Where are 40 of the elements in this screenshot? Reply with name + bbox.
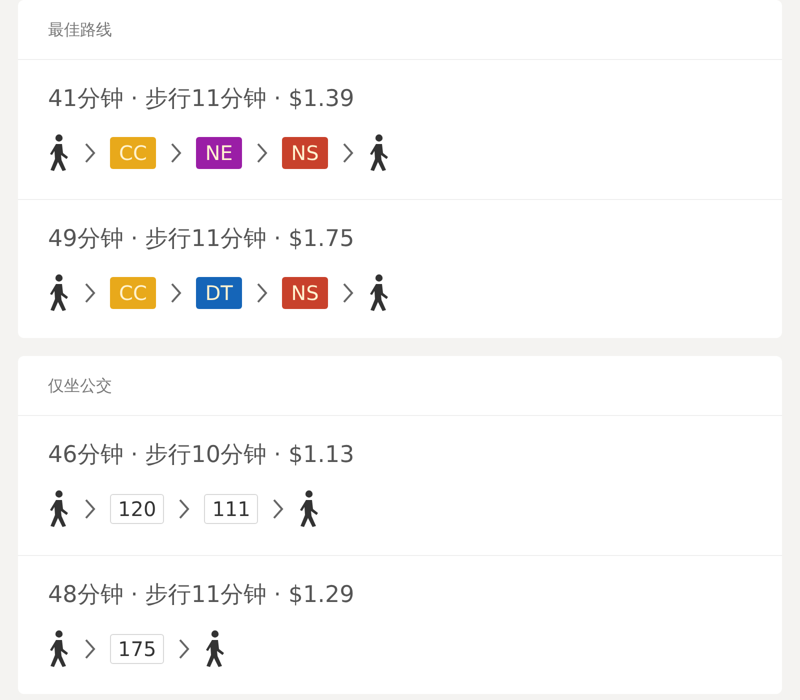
pedestrian-icon <box>298 490 320 528</box>
bus-number: 175 <box>110 634 164 664</box>
chevron-right-icon <box>342 142 354 164</box>
pedestrian-icon <box>48 134 70 172</box>
line-badge: NS <box>282 137 328 169</box>
section-title: 最佳路线 <box>48 18 112 40</box>
route-summary: 49分钟 · 步行11分钟 · $1.75 <box>48 225 356 254</box>
route-option[interactable]: 48分钟 · 步行11分钟 · $1.29 175 <box>18 555 782 694</box>
route-option[interactable]: 49分钟 · 步行11分钟 · $1.75 CC DT NS <box>18 199 782 338</box>
line-badge: CC <box>110 137 156 169</box>
chevron-right-icon <box>84 282 96 304</box>
chevron-right-icon <box>178 638 190 660</box>
pedestrian-icon <box>48 274 70 312</box>
route-option[interactable]: 46分钟 · 步行10分钟 · $1.13 120 111 <box>18 416 782 555</box>
route-summary: 48分钟 · 步行11分钟 · $1.29 <box>48 581 356 610</box>
route-option[interactable]: 41分钟 · 步行11分钟 · $1.39 CC NE NS <box>18 60 782 199</box>
chevron-right-icon <box>170 282 182 304</box>
chevron-right-icon <box>84 142 96 164</box>
bus-number: 120 <box>110 494 164 524</box>
route-summary: 41分钟 · 步行11分钟 · $1.39 <box>48 85 356 114</box>
chevron-right-icon <box>342 282 354 304</box>
bus-number: 111 <box>204 494 258 524</box>
chevron-right-icon <box>256 282 268 304</box>
line-badge: DT <box>196 277 242 309</box>
section-title: 仅坐公交 <box>48 374 112 396</box>
chevron-right-icon <box>170 142 182 164</box>
chevron-right-icon <box>272 498 284 520</box>
pedestrian-icon <box>48 490 70 528</box>
pedestrian-icon <box>368 134 390 172</box>
line-badge: NS <box>282 277 328 309</box>
pedestrian-icon <box>48 630 70 668</box>
chevron-right-icon <box>84 498 96 520</box>
route-summary: 46分钟 · 步行10分钟 · $1.13 <box>48 441 356 470</box>
chevron-right-icon <box>84 638 96 660</box>
pedestrian-icon <box>204 630 226 668</box>
line-badge: NE <box>196 137 242 169</box>
pedestrian-icon <box>368 274 390 312</box>
chevron-right-icon <box>178 498 190 520</box>
line-badge: CC <box>110 277 156 309</box>
chevron-right-icon <box>256 142 268 164</box>
